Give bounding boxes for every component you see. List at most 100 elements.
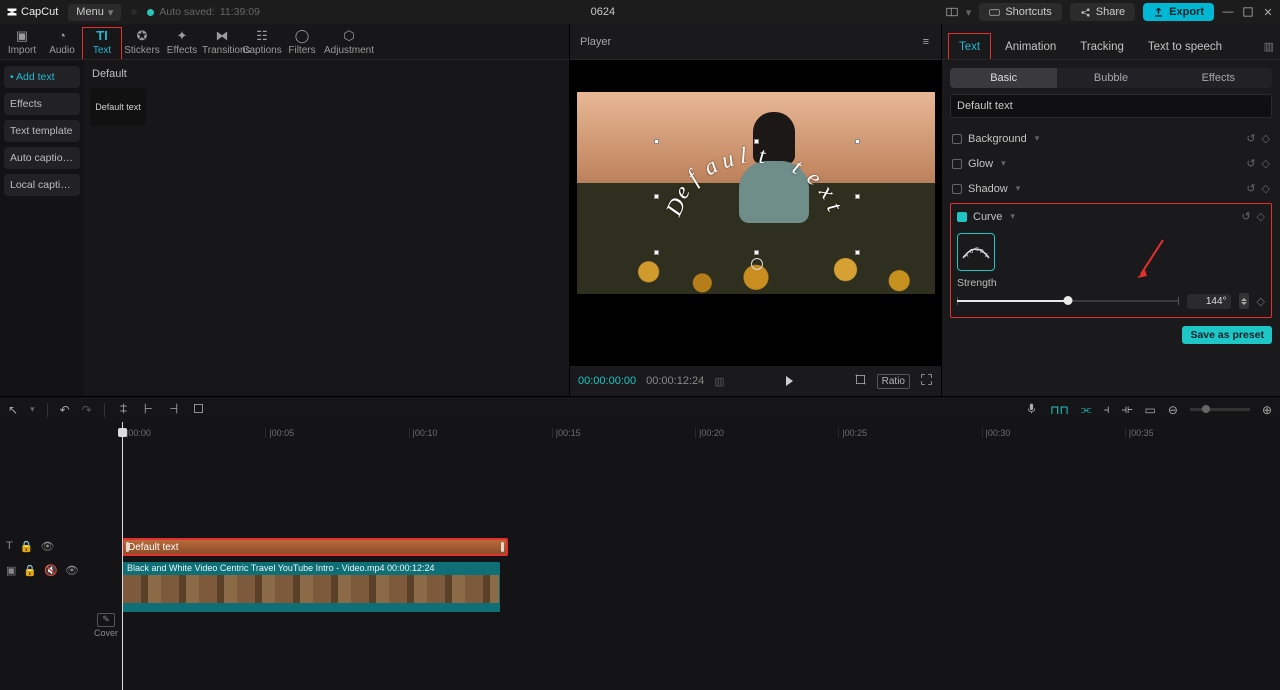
visibility-icon[interactable] [751,258,763,270]
subtab-basic[interactable]: Basic [950,68,1057,88]
close-icon[interactable]: ✕ [1262,6,1274,18]
player-menu-icon[interactable]: ≡ [923,36,931,48]
snap-icon[interactable]: ⫞ [1104,402,1110,417]
preview-icon[interactable]: ▭ [1145,403,1156,417]
sidebar-add-text[interactable]: Add text [4,66,80,88]
video-clip[interactable]: Black and White Video Centric Travel You… [122,562,500,612]
layout-icon[interactable] [946,6,958,18]
zoom-out-icon[interactable]: ⊖ [1168,403,1178,417]
align-icon[interactable]: ⟛ [1122,402,1133,417]
delete-icon[interactable] [192,402,205,418]
reset-icon[interactable]: ↺ [1241,210,1250,223]
sidebar-text-template[interactable]: Text template [4,120,80,142]
tab-audio[interactable]: ◔Audio [42,28,82,59]
keyframe-icon[interactable]: ◇ [1257,295,1265,308]
right-tab-animation[interactable]: Animation [995,34,1066,59]
tab-adjustment[interactable]: ⬡Adjustment [322,28,376,59]
stickers-icon: ✪ [122,28,162,43]
audio-icon: ◔ [42,28,82,43]
tab-transitions[interactable]: ⧓Transitions [202,28,242,59]
link-icon[interactable]: ⫘ [1081,402,1092,417]
play-button[interactable] [786,376,793,386]
curve-preview-thumbnail[interactable]: ABCDE [957,233,995,271]
export-icon [1153,7,1164,18]
tab-import[interactable]: ▣Import [2,28,42,59]
fullscreen-icon[interactable] [920,373,933,389]
title-bar: CapCut Menu▾ Auto saved: 11:39:09 0624 ▾… [0,0,1280,24]
strength-label: Strength [957,277,1265,289]
playhead[interactable] [122,422,123,690]
right-tab-text[interactable]: Text [948,33,991,59]
subtab-bubble[interactable]: Bubble [1057,68,1164,88]
keyframe-icon[interactable]: ◇ [1262,132,1270,145]
save-preset-button[interactable]: Save as preset [1182,326,1272,344]
zoom-in-icon[interactable]: ⊕ [1262,403,1272,417]
share-button[interactable]: Share [1070,3,1135,21]
svg-text:A: A [965,253,969,259]
text-icon: TI [83,28,121,43]
timeline-ruler[interactable]: |00:00|00:05|00:10|00:15|00:20|00:25|00:… [122,422,1268,438]
adjustment-icon: ⬡ [322,28,376,43]
lock-icon: 🔒 [20,540,34,553]
keyboard-icon [989,7,1000,18]
track-video-head[interactable]: ▣🔒🔇👁 [0,558,90,582]
split-icon[interactable] [117,402,130,418]
tab-captions[interactable]: ☷Captions [242,28,282,59]
undo-icon[interactable]: ↶ [60,403,70,417]
prop-curve[interactable]: Curve▾↺◇ [957,210,1265,225]
crop-icon[interactable] [854,373,867,389]
cover-button[interactable]: ✎Cover [90,438,122,690]
compare-icon[interactable]: ▥ [714,375,724,388]
share-icon [1080,7,1091,18]
keyframe-icon[interactable]: ◇ [1257,210,1265,223]
section-title: Default [92,68,563,80]
tab-text[interactable]: TIText [82,27,122,59]
prop-curve-panel: Curve▾↺◇ ABCDE Strength 144° ◇ [950,203,1272,318]
track-text-head[interactable]: T🔒👁 [0,534,90,558]
filters-icon: ◯ [282,28,322,43]
text-overlay-box[interactable]: Default text [657,142,857,252]
prop-glow[interactable]: Glow▾↺◇ [950,151,1272,176]
prop-shadow[interactable]: Shadow▾↺◇ [950,176,1272,201]
video-preview[interactable]: Default text [577,92,935,294]
video-track-icon: ▣ [6,564,16,577]
trim-right-icon[interactable] [167,402,180,418]
sidebar-auto-captions[interactable]: Auto captio… [4,147,80,169]
visibility-icon: 👁 [40,540,54,553]
tab-filters[interactable]: ◯Filters [282,28,322,59]
reset-icon[interactable]: ↺ [1246,132,1255,145]
minimize-icon[interactable]: — [1222,6,1234,18]
selection-tool-icon[interactable]: ↖ [8,403,18,417]
export-button[interactable]: Export [1143,3,1214,21]
strength-stepper[interactable] [1239,293,1249,309]
prop-background[interactable]: Background▾↺◇ [950,126,1272,151]
player-label: Player [580,36,611,48]
maximize-icon[interactable] [1242,6,1254,18]
subtab-effects[interactable]: Effects [1165,68,1272,88]
text-clip[interactable]: Default text [122,538,508,556]
default-text-thumbnail[interactable]: Default text [90,88,146,126]
magnet-on-icon[interactable]: ⊓⊓ [1050,403,1069,417]
right-tab-tracking[interactable]: Tracking [1070,34,1134,59]
asset-tabs: ▣Import ◔Audio TIText ✪Stickers ✦Effects… [0,24,569,60]
redo-icon[interactable]: ↷ [82,403,92,417]
tab-stickers[interactable]: ✪Stickers [122,28,162,59]
right-tab-tts[interactable]: Text to speech [1138,34,1232,59]
timeline[interactable]: |00:00|00:05|00:10|00:15|00:20|00:25|00:… [0,422,1280,690]
panel-icon[interactable]: ▥ [1264,40,1274,53]
sidebar-text-effects[interactable]: Effects [4,93,80,115]
tab-effects[interactable]: ✦Effects [162,28,202,59]
video-clip-label: Black and White Video Centric Travel You… [122,562,500,574]
strength-slider[interactable] [957,300,1179,302]
shortcuts-button[interactable]: Shortcuts [979,3,1061,21]
text-content-input[interactable]: Default text [950,94,1272,118]
ratio-button[interactable]: Ratio [877,374,910,389]
menu-button[interactable]: Menu▾ [68,4,121,21]
divider-dot [131,9,137,15]
annotation-arrow [1135,238,1165,278]
strength-value-input[interactable]: 144° [1187,294,1231,309]
sidebar-local-captions[interactable]: Local capti… [4,174,80,196]
timecode-current: 00:00:00:00 [578,375,636,387]
mic-icon[interactable] [1025,402,1038,418]
trim-left-icon[interactable] [142,402,155,418]
